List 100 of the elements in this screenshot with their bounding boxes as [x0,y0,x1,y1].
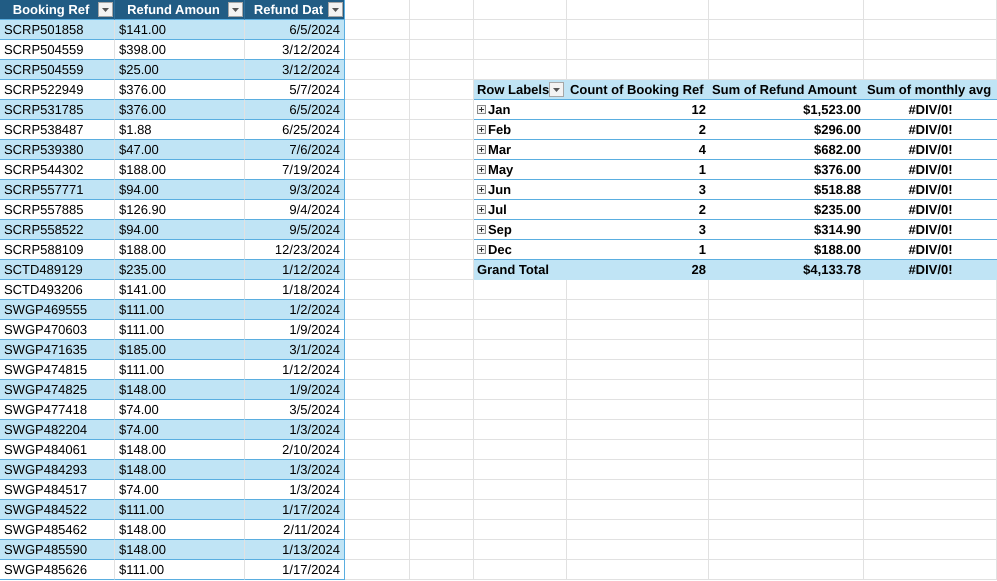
filter-dropdown-button[interactable] [328,2,343,17]
table-cell: $148.00 [115,440,245,460]
caret-icon [553,88,560,92]
table-cell: SWGP471635 [0,340,115,360]
table-cell: SCRP557885 [0,200,115,220]
table-cell: $185.00 [115,340,245,360]
table-cell: 1/17/2024 [245,560,345,580]
table-cell: SWGP484517 [0,480,115,500]
row-label: May [488,160,514,179]
table-cell: SWGP485462 [0,520,115,540]
table-cell: $1.88 [115,120,245,140]
table-cell: SCTD489129 [0,260,115,280]
pivot-header-label: Count of Booking Ref [570,80,704,99]
table-cell: SCRP558522 [0,220,115,240]
table-cell: $94.00 [115,220,245,240]
grand-total-cell: $4,133.78 [709,260,864,280]
expand-icon[interactable] [477,205,486,214]
table-cell: 1/9/2024 [245,380,345,400]
table-cell: 7/19/2024 [245,160,345,180]
expand-icon[interactable] [477,245,486,254]
table-cell: 3/12/2024 [245,40,345,60]
row-label: Sep [488,220,512,239]
table-cell: SWGP484522 [0,500,115,520]
row-label: Jan [488,100,510,119]
table-cell: SCRP522949 [0,80,115,100]
table-cell: $188.00 [115,240,245,260]
caret-icon [102,8,109,12]
table-cell: $111.00 [115,360,245,380]
table-cell: 1/3/2024 [245,460,345,480]
table-cell: 1/13/2024 [245,540,345,560]
expand-icon[interactable] [477,165,486,174]
table-cell: $148.00 [115,380,245,400]
table-cell: SCRP531785 [0,100,115,120]
table-cell: SWGP474825 [0,380,115,400]
table-cell: SWGP477418 [0,400,115,420]
table-cell: SWGP485590 [0,540,115,560]
expand-icon[interactable] [477,105,486,114]
table-cell: $148.00 [115,460,245,480]
expand-icon[interactable] [477,145,486,154]
table-cell: SCRP501858 [0,20,115,40]
table-cell: 6/25/2024 [245,120,345,140]
table-cell: $74.00 [115,480,245,500]
row-label: Mar [488,140,512,159]
expand-icon[interactable] [477,225,486,234]
table-cell: $47.00 [115,140,245,160]
table-cell: $141.00 [115,20,245,40]
table-cell: 1/3/2024 [245,480,345,500]
pivot-header-label: Sum of Refund Amount [712,80,857,99]
caret-icon [332,8,339,12]
column-header-label: Booking Ref [12,0,90,19]
table-cell: $235.00 [115,260,245,280]
table-cell: 6/5/2024 [245,100,345,120]
grand-total-label: Grand Total [474,260,567,280]
table-cell: $141.00 [115,280,245,300]
table-cell: SWGP485626 [0,560,115,580]
table-cell: SCRP588109 [0,240,115,260]
table-cell: 1/17/2024 [245,500,345,520]
table-cell: $126.90 [115,200,245,220]
table-cell: $111.00 [115,500,245,520]
table-cell: $111.00 [115,300,245,320]
table-cell: 9/3/2024 [245,180,345,200]
caret-icon [232,8,239,12]
row-label: Jun [488,180,512,199]
filter-dropdown-button[interactable] [549,82,564,97]
table-cell: $376.00 [115,80,245,100]
expand-icon[interactable] [477,125,486,134]
pivot-header-label: Sum of monthly avg [867,80,992,99]
column-header-label: Refund Dat [252,0,324,19]
table-cell: SWGP484061 [0,440,115,460]
table-cell: $74.00 [115,420,245,440]
table-cell: SCRP504559 [0,60,115,80]
table-cell: 12/23/2024 [245,240,345,260]
table-cell: SWGP484293 [0,460,115,480]
table-cell: $94.00 [115,180,245,200]
table-cell: 5/7/2024 [245,80,345,100]
table-cell: $148.00 [115,540,245,560]
table-cell: $148.00 [115,520,245,540]
table-cell: $398.00 [115,40,245,60]
table-cell: 2/11/2024 [245,520,345,540]
table-cell: $111.00 [115,560,245,580]
table-cell: SWGP482204 [0,420,115,440]
table-cell: SCRP557771 [0,180,115,200]
column-header-label: Refund Amoun [126,0,221,19]
table-cell: SWGP470603 [0,320,115,340]
table-cell: $74.00 [115,400,245,420]
filter-dropdown-button[interactable] [98,2,113,17]
table-cell: 1/3/2024 [245,420,345,440]
table-cell: 1/9/2024 [245,320,345,340]
table-cell: 1/12/2024 [245,260,345,280]
grand-total-cell: 28 [567,260,709,280]
expand-icon[interactable] [477,185,486,194]
table-cell: 9/4/2024 [245,200,345,220]
row-label: Feb [488,120,512,139]
table-cell: 3/12/2024 [245,60,345,80]
table-cell: $376.00 [115,100,245,120]
table-cell: SCRP538487 [0,120,115,140]
table-cell: $188.00 [115,160,245,180]
filter-dropdown-button[interactable] [228,2,243,17]
table-cell: $25.00 [115,60,245,80]
table-cell: 9/5/2024 [245,220,345,240]
